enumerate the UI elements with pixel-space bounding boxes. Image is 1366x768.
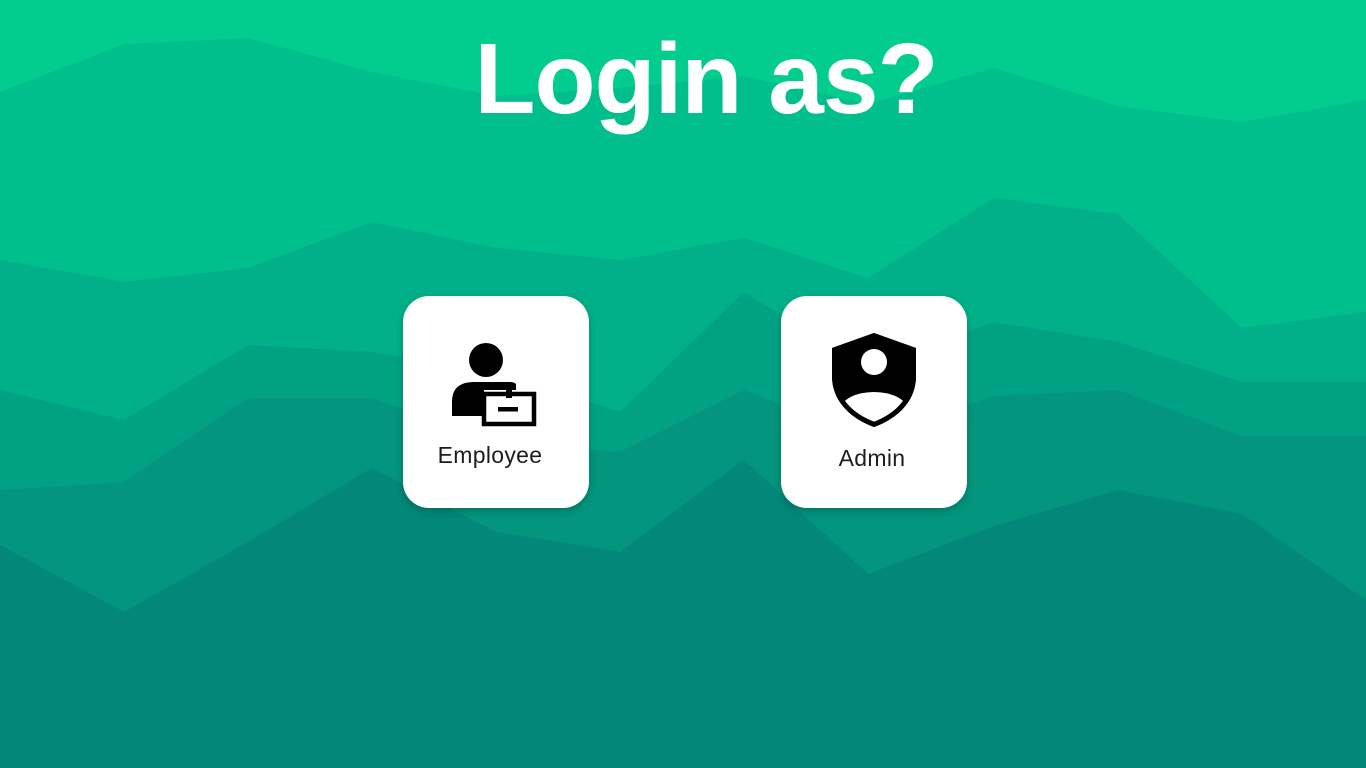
login-role-page: Login as? Employee Admin: [0, 0, 1366, 768]
admin-shield-icon: [781, 332, 967, 428]
admin-login-card[interactable]: Admin: [781, 296, 967, 508]
employee-badge-icon: [403, 338, 589, 434]
page-title: Login as?: [474, 23, 938, 135]
employee-label: Employee: [437, 442, 543, 468]
employee-login-card[interactable]: Employee: [403, 296, 589, 508]
admin-label: Admin: [838, 445, 906, 471]
